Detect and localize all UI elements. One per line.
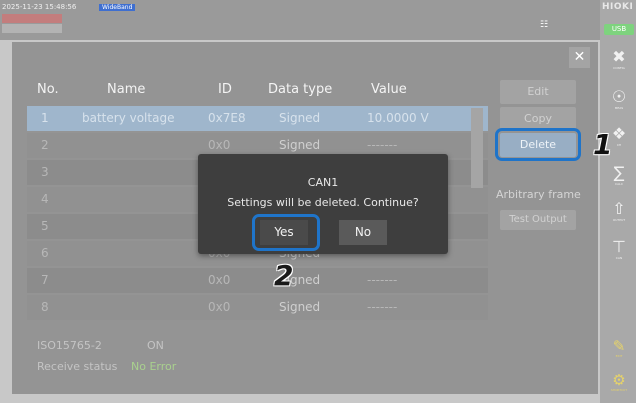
col-id: ID bbox=[218, 82, 232, 97]
delete-highlight bbox=[495, 128, 581, 161]
output-icon[interactable]: ⇧ OUTPUT bbox=[606, 200, 632, 223]
arbitrary-frame-label: Arbitrary frame bbox=[496, 188, 581, 201]
screen: 2025-11-23 15:48:56 WideBand ☷ HIOKI USB… bbox=[0, 0, 636, 403]
iso-label: ISO15765-2 bbox=[37, 339, 102, 352]
callout-one: 1 bbox=[593, 128, 613, 161]
row-cell-no: 4 bbox=[41, 192, 49, 206]
shortcut-icon[interactable]: ⚙ SHORTCUT bbox=[604, 372, 634, 392]
row-cell-no: 7 bbox=[41, 273, 49, 287]
exit-icon[interactable]: ✎ EXIT bbox=[604, 338, 634, 358]
row-cell-no: 5 bbox=[41, 219, 49, 233]
can-icon[interactable]: ⊤ CAN bbox=[606, 238, 632, 261]
no-button[interactable]: No bbox=[339, 220, 387, 245]
col-type: Data type bbox=[268, 82, 333, 97]
mode-badge: WideBand bbox=[99, 4, 136, 11]
scrollbar[interactable] bbox=[471, 108, 483, 188]
row-cell-no: 3 bbox=[41, 165, 49, 179]
row-cell-no: 6 bbox=[41, 246, 49, 260]
measurement-icon[interactable]: ☉ MEAS bbox=[606, 88, 632, 111]
close-icon[interactable]: ✕ bbox=[569, 47, 590, 68]
col-name: Name bbox=[107, 82, 146, 97]
settings-tools-icon[interactable]: ✖ CONFIG bbox=[606, 48, 632, 71]
calc-icon[interactable]: ∑ CALC bbox=[606, 164, 632, 187]
timestamp: 2025-11-23 15:48:56 bbox=[2, 3, 77, 11]
row-cell-id: 0x7E8 bbox=[208, 111, 246, 125]
row-cell-no: 2 bbox=[41, 138, 49, 152]
row-cell-no: 8 bbox=[41, 300, 49, 314]
row-cell-id: 0x0 bbox=[208, 273, 231, 287]
col-value: Value bbox=[371, 82, 407, 97]
callout-two: 2 bbox=[274, 259, 294, 292]
table-row[interactable]: 8 0x0 Signed ------- bbox=[27, 295, 488, 320]
row-cell-no: 1 bbox=[41, 111, 49, 125]
test-output-button[interactable]: Test Output bbox=[500, 210, 576, 230]
network-icon: ☷ bbox=[540, 20, 549, 30]
row-cell-value: ------- bbox=[367, 273, 398, 287]
iso-value: ON bbox=[147, 339, 164, 352]
channel-indicator bbox=[2, 24, 62, 33]
modal-title: CAN1 bbox=[307, 176, 339, 189]
alarm-indicator bbox=[2, 14, 62, 23]
row-cell-id: 0x0 bbox=[208, 300, 231, 314]
usb-indicator: USB bbox=[604, 24, 634, 35]
table-row[interactable]: 1 battery voltage 0x7E8 Signed 10.0000 V bbox=[27, 106, 488, 131]
receive-status-value: No Error bbox=[131, 360, 177, 373]
row-cell-type: Signed bbox=[279, 300, 321, 314]
row-cell-type: Signed bbox=[279, 111, 321, 125]
brand-logo: HIOKI bbox=[602, 2, 634, 12]
status-bar: 2025-11-23 15:48:56 WideBand ☷ bbox=[0, 0, 600, 40]
row-cell-value: ------- bbox=[367, 300, 398, 314]
receive-status-label: Receive status bbox=[37, 360, 118, 373]
edit-button[interactable]: Edit bbox=[500, 80, 576, 104]
table-row[interactable]: 7 0x0 Signed ------- bbox=[27, 268, 488, 293]
row-cell-value: 10.0000 V bbox=[367, 111, 429, 125]
yes-highlight bbox=[252, 214, 320, 251]
col-no: No. bbox=[37, 82, 59, 97]
row-cell-name: battery voltage bbox=[82, 111, 175, 125]
modal-message: Settings will be deleted. Continue? bbox=[227, 196, 419, 209]
